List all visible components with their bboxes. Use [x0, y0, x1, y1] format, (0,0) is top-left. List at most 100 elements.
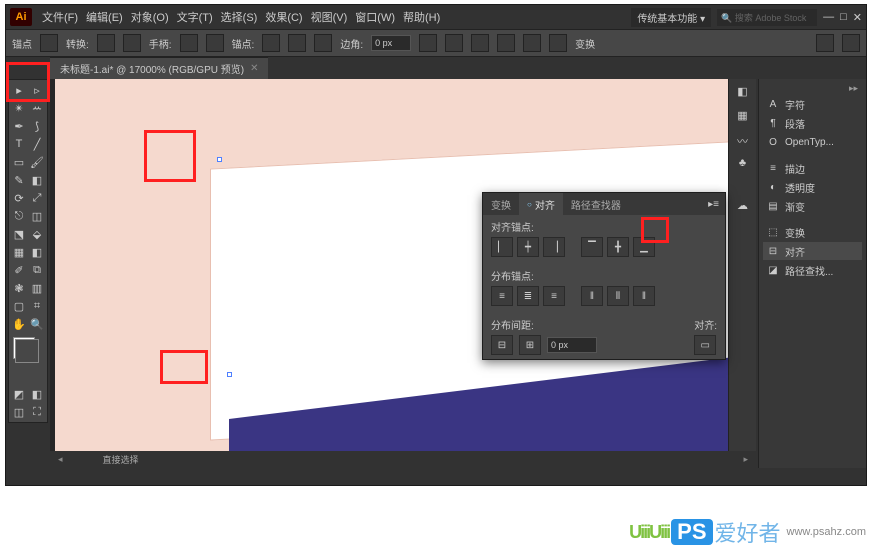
graph-tool[interactable]: ▥ — [28, 279, 46, 297]
panel-opentype[interactable]: OOpenTyp... — [763, 133, 862, 151]
close-tab-icon[interactable]: ✕ — [250, 63, 258, 74]
scale-tool[interactable]: ⤢ — [28, 189, 46, 207]
zoom-tool[interactable]: 🔍 — [28, 315, 46, 333]
spacing-field[interactable] — [547, 337, 597, 353]
menu-file[interactable]: 文件(F) — [38, 9, 82, 25]
screen-mode-button[interactable]: ⛶ — [28, 403, 46, 421]
blend-tool[interactable]: ⧉ — [28, 261, 46, 279]
transform-link[interactable]: 变换 — [575, 36, 595, 51]
rect-tool[interactable]: ▭ — [10, 153, 28, 171]
dist-top-button[interactable]: ≡ — [491, 286, 513, 306]
isolate-button[interactable] — [816, 34, 834, 52]
anchor-point[interactable] — [217, 157, 222, 162]
convert-corner-button[interactable] — [97, 34, 115, 52]
swatches-panel-icon[interactable]: ▦ — [734, 109, 752, 125]
line-tool[interactable]: ╱ — [28, 135, 46, 153]
search-input[interactable]: 🔍 搜索 Adobe Stock — [717, 9, 817, 26]
panel-align[interactable]: ⊟对齐 — [763, 242, 862, 260]
draw-mode-button[interactable]: ◫ — [10, 403, 28, 421]
dist-left-button[interactable]: ‖ — [581, 286, 603, 306]
align-t-button[interactable] — [497, 34, 515, 52]
align-hcenter-button[interactable]: ┿ — [517, 237, 539, 257]
panel-character[interactable]: A字符 — [763, 95, 862, 113]
menu-view[interactable]: 视图(V) — [307, 9, 352, 25]
dist-bottom-button[interactable]: ≡ — [543, 286, 565, 306]
libraries-panel-icon[interactable]: ☁ — [734, 199, 752, 215]
slice-tool[interactable]: ⌗ — [28, 297, 46, 315]
shape-builder-tool[interactable]: ⬔ — [10, 225, 28, 243]
pen-tool[interactable]: ✒ — [10, 117, 28, 135]
corner-radius-field[interactable] — [371, 35, 411, 51]
connect-anchor-button[interactable] — [288, 34, 306, 52]
gradient-mode-button[interactable]: ◧ — [28, 385, 46, 403]
align-c-button[interactable] — [445, 34, 463, 52]
brush-tool[interactable]: 🖌 — [28, 153, 46, 171]
align-tab-align[interactable]: 对齐 — [519, 193, 563, 215]
rotate-tool[interactable]: ⟳ — [10, 189, 28, 207]
dist-spacing-h-button[interactable]: ⊞ — [519, 335, 541, 355]
dist-vcenter-button[interactable]: ≣ — [517, 286, 539, 306]
align-vcenter-button[interactable]: ╋ — [607, 237, 629, 257]
handle-show-button[interactable] — [180, 34, 198, 52]
menu-window[interactable]: 窗口(W) — [351, 9, 399, 25]
panel-paragraph[interactable]: ¶段落 — [763, 114, 862, 132]
remove-anchor-button[interactable] — [262, 34, 280, 52]
arrange-button[interactable] — [842, 34, 860, 52]
workspace-switcher[interactable]: 传统基本功能 ▾ — [631, 8, 711, 27]
window-max-icon[interactable]: □ — [840, 11, 847, 23]
artboard-tool[interactable]: ▢ — [10, 297, 28, 315]
symbols-panel-icon[interactable]: ♣ — [734, 157, 752, 173]
dist-right-button[interactable]: ‖ — [633, 286, 655, 306]
type-tool[interactable]: T — [10, 135, 28, 153]
next-artboard-icon[interactable]: ▸ — [743, 454, 748, 465]
hand-tool[interactable]: ✋ — [10, 315, 28, 333]
menu-edit[interactable]: 编辑(E) — [82, 9, 127, 25]
dist-spacing-v-button[interactable]: ⊟ — [491, 335, 513, 355]
gradient-tool[interactable]: ◧ — [28, 243, 46, 261]
align-left-button[interactable]: ▏ — [491, 237, 513, 257]
menu-select[interactable]: 选择(S) — [217, 9, 262, 25]
window-min-icon[interactable]: — — [823, 11, 834, 23]
shaper-tool[interactable]: ✎ — [10, 171, 28, 189]
convert-smooth-button[interactable] — [123, 34, 141, 52]
eyedropper-tool[interactable]: ✐ — [10, 261, 28, 279]
panel-collapse-icon[interactable]: ▸▸ — [763, 83, 862, 94]
curvature-tool[interactable]: ⟆ — [28, 117, 46, 135]
handle-hide-button[interactable] — [206, 34, 224, 52]
menu-object[interactable]: 对象(O) — [127, 9, 173, 25]
align-m-button[interactable] — [523, 34, 541, 52]
panel-gradient[interactable]: ▤渐变 — [763, 197, 862, 215]
symbol-sprayer-tool[interactable]: ❃ — [10, 279, 28, 297]
window-close-icon[interactable]: ✕ — [853, 11, 862, 24]
prev-artboard-icon[interactable]: ◂ — [58, 454, 63, 465]
panel-stroke[interactable]: ≡描边 — [763, 159, 862, 177]
free-transform-tool[interactable]: ◫ — [28, 207, 46, 225]
brushes-panel-icon[interactable]: 〰 — [734, 133, 752, 149]
width-tool[interactable]: ⎋ — [10, 207, 28, 225]
mesh-tool[interactable]: ▦ — [10, 243, 28, 261]
align-r-button[interactable] — [471, 34, 489, 52]
anchor-point[interactable] — [227, 372, 232, 377]
eraser-tool[interactable]: ◧ — [28, 171, 46, 189]
panel-transform[interactable]: ⬚变换 — [763, 223, 862, 241]
menu-effect[interactable]: 效果(C) — [261, 9, 306, 25]
align-right-button[interactable]: ▕ — [543, 237, 565, 257]
panel-transparency[interactable]: ◐透明度 — [763, 178, 862, 196]
dist-hcenter-button[interactable]: ⫴ — [607, 286, 629, 306]
align-top-button[interactable]: ▔ — [581, 237, 603, 257]
color-mode-button[interactable]: ◩ — [10, 385, 28, 403]
panel-menu-icon[interactable]: ▸≡ — [702, 199, 725, 210]
menu-help[interactable]: 帮助(H) — [399, 9, 444, 25]
align-tab-transform[interactable]: 变换 — [483, 193, 519, 215]
doc-tab[interactable]: 未标题-1.ai* @ 17000% (RGB/GPU 预览) ✕ — [50, 57, 268, 79]
menu-type[interactable]: 文字(T) — [173, 9, 217, 25]
color-panel-icon[interactable]: ◧ — [734, 85, 752, 101]
align-tab-pathfinder[interactable]: 路径查找器 — [563, 193, 629, 215]
cut-path-button[interactable] — [314, 34, 332, 52]
align-l-button[interactable] — [419, 34, 437, 52]
perspective-tool[interactable]: ⬙ — [28, 225, 46, 243]
fill-stroke-swatch[interactable] — [13, 337, 35, 359]
panel-pathfinder[interactable]: ◪路径查找... — [763, 261, 862, 279]
align-b-button[interactable] — [549, 34, 567, 52]
align-to-button[interactable]: ▭ — [694, 335, 716, 355]
